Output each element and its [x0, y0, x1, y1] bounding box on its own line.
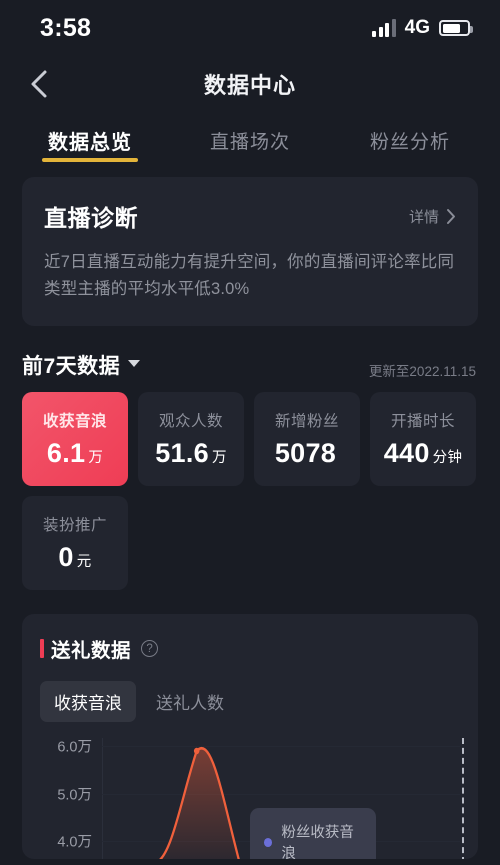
stat-number: 5078: [274, 438, 337, 469]
battery-icon: [439, 20, 473, 36]
stat-unit: 分钟: [432, 450, 463, 467]
stat-label: 开播时长: [390, 413, 455, 431]
stat-unit: 万: [88, 450, 104, 467]
live-diagnosis-card[interactable]: 直播诊断 详情 近7日直播互动能力有提升空间，你的直播间评论率比同类型主播的平均…: [22, 177, 478, 327]
overview-range-selector[interactable]: 前7天数据: [22, 350, 141, 380]
stat-value: 440 分钟: [384, 438, 463, 469]
chart-point-marker: [193, 748, 200, 755]
gift-metric-toggle: 收获音浪 送礼人数: [40, 681, 460, 723]
stat-label: 观众人数: [158, 413, 223, 431]
stat-unit: 万: [211, 450, 227, 467]
chart-area-fill: [160, 748, 239, 860]
stat-value: 0 元: [58, 542, 91, 573]
stat-number: 0: [58, 542, 74, 573]
stat-number: 51.6: [155, 438, 209, 469]
overview-stat-grid: 收获音浪 6.1 万 观众人数 51.6 万 新增粉丝 5078 开播时长 44…: [22, 392, 478, 591]
gift-line-chart[interactable]: 6.0万 5.0万 4.0万 粉丝收获音浪: [40, 738, 464, 860]
tooltip-series-dot: [264, 837, 273, 847]
overview-updated-label: 更新至2022.11.15: [368, 364, 476, 380]
tab-fan-analysis[interactable]: 粉丝分析: [330, 112, 490, 168]
tab-overview[interactable]: 数据总览: [10, 112, 170, 168]
tab-live-sessions[interactable]: 直播场次: [170, 112, 330, 168]
stat-card-viewers[interactable]: 观众人数 51.6 万: [138, 392, 244, 487]
chart-today-dashed-line: [462, 738, 464, 860]
signal-bars-icon: [372, 19, 396, 37]
page-title: 数据中心: [203, 73, 296, 98]
y-tick-label: 4.0万: [57, 834, 92, 851]
tab-live-sessions-label: 直播场次: [209, 131, 290, 153]
nav-bar: 数据中心: [0, 56, 500, 112]
overview-header: 前7天数据 更新至2022.11.15: [22, 350, 478, 380]
status-time: 3:58: [40, 13, 92, 42]
status-indicators: 4G: [372, 17, 473, 39]
tooltip-series-label: 粉丝收获音浪: [281, 825, 354, 860]
stat-label: 收获音浪: [42, 413, 107, 431]
status-bar: 3:58 4G: [0, 0, 500, 56]
app-screen: 3:58 4G 数据中心 数据总览 直播场次 粉丝分析 直播诊断 详情 近7日直…: [0, 0, 500, 865]
chevron-down-icon: [128, 360, 141, 368]
gift-data-card: 送礼数据 ? 收获音浪 送礼人数 6.0万 5.0万 4.0万 粉丝收获音浪: [22, 614, 478, 860]
chart-tooltip: 粉丝收获音浪 0: [250, 808, 376, 860]
stat-card-new-fans[interactable]: 新增粉丝 5078: [254, 392, 360, 487]
network-type-label: 4G: [404, 17, 430, 38]
tab-bar: 数据总览 直播场次 粉丝分析: [0, 112, 500, 168]
y-tick-label: 5.0万: [57, 787, 92, 804]
diagnosis-title: 直播诊断: [44, 205, 138, 231]
stat-unit: 元: [76, 554, 92, 571]
diagnosis-header: 直播诊断 详情: [44, 199, 456, 233]
y-tick-label: 6.0万: [57, 739, 92, 756]
tab-active-indicator: [42, 158, 138, 162]
stat-value: 5078: [275, 438, 339, 469]
stat-label: 新增粉丝: [274, 413, 339, 431]
stat-number: 440: [383, 438, 430, 469]
tab-overview-label: 数据总览: [48, 131, 132, 154]
page-content: 直播诊断 详情 近7日直播互动能力有提升空间，你的直播间评论率比同类型主播的平均…: [0, 177, 500, 860]
tooltip-series-row: 粉丝收获音浪: [264, 821, 362, 859]
overview-title: 前7天数据: [22, 355, 121, 379]
stat-number: 6.1: [46, 438, 86, 469]
stat-label: 装扮推广: [42, 517, 107, 535]
gift-toggle-yinlang[interactable]: 收获音浪: [40, 681, 136, 723]
diagnosis-description: 近7日直播互动能力有提升空间，你的直播间评论率比同类型主播的平均水平低3.0%: [44, 253, 455, 298]
gift-header: 送礼数据 ?: [40, 634, 460, 663]
chart-y-axis: 6.0万 5.0万 4.0万: [40, 738, 96, 859]
stat-value: 51.6 万: [155, 438, 227, 469]
question-mark-icon[interactable]: ?: [141, 640, 159, 658]
chevron-left-icon: [31, 70, 47, 98]
back-button[interactable]: [22, 67, 56, 101]
gift-toggle-senders[interactable]: 送礼人数: [142, 681, 238, 722]
gift-title: 送礼数据: [51, 640, 132, 663]
stat-card-yinlang[interactable]: 收获音浪 6.1 万: [22, 392, 128, 487]
diagnosis-detail-label: 详情: [408, 208, 439, 226]
section-accent-bar: [40, 639, 44, 659]
stat-value: 6.1 万: [47, 438, 103, 469]
chevron-right-icon: [447, 208, 455, 224]
stat-card-duration[interactable]: 开播时长 440 分钟: [370, 392, 476, 487]
diagnosis-detail-link[interactable]: 详情: [409, 206, 456, 227]
tab-fan-analysis-label: 粉丝分析: [369, 131, 450, 153]
stat-card-decoration-promo[interactable]: 装扮推广 0 元: [22, 496, 128, 591]
